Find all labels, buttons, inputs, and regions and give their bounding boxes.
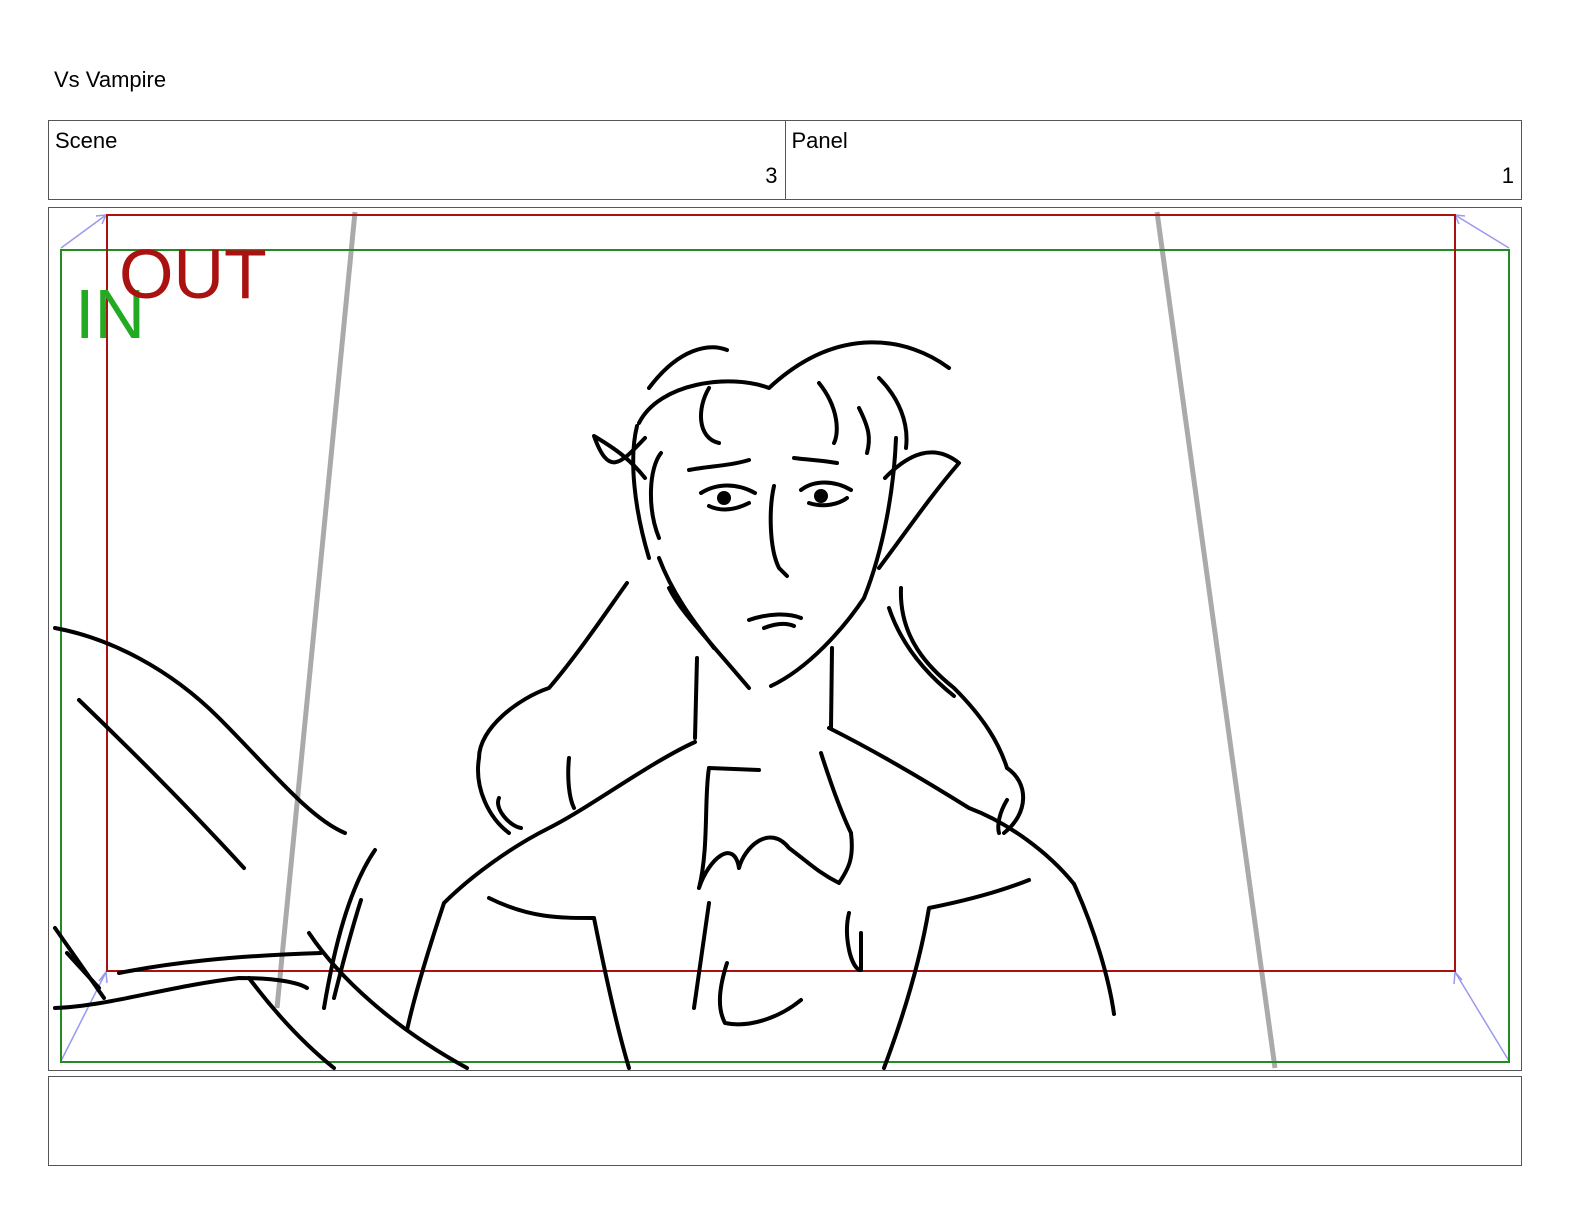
camera-arrow-bottom-right [1454, 971, 1510, 1062]
perspective-guide-right [1154, 211, 1278, 1069]
scene-number[interactable]: 3 [765, 163, 777, 189]
out-frame [106, 214, 1456, 972]
character-sketch [53, 340, 1116, 1070]
storyboard-panel[interactable]: IN OUT [48, 207, 1522, 1071]
scene-label: Scene [55, 128, 118, 153]
scene-cell: Scene 3 [49, 121, 785, 199]
perspective-guide-left [274, 211, 358, 1009]
page-title: Vs Vampire [54, 67, 167, 92]
camera-move-arrows [60, 214, 1510, 1062]
perspective-guides [274, 211, 1278, 1069]
panel-cell: Panel 1 [784, 121, 1522, 199]
panel-drawing: IN OUT [53, 211, 1510, 1070]
in-frame [60, 249, 1510, 1063]
camera-arrow-top-right [1454, 214, 1510, 249]
out-frame-label: OUT [119, 235, 267, 313]
scene-panel-header: Scene 3 Panel 1 [48, 120, 1522, 200]
panel-number[interactable]: 1 [1502, 163, 1514, 189]
camera-arrow-top-left [60, 214, 107, 249]
panel-notes-box[interactable] [48, 1076, 1522, 1166]
panel-label: Panel [791, 128, 848, 153]
